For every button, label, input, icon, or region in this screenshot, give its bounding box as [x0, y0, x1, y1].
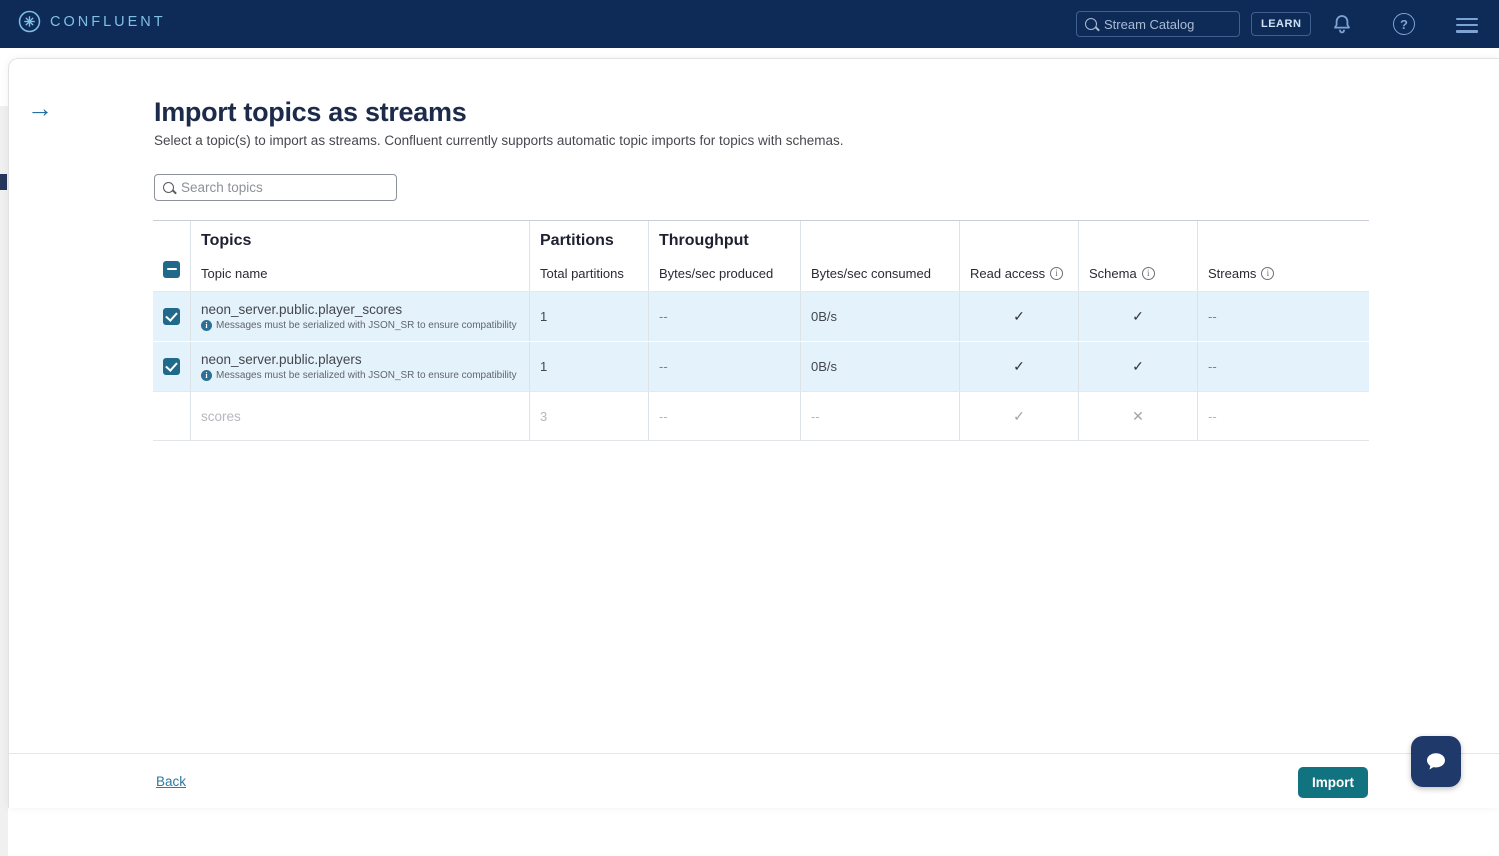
page-edge-strip	[0, 106, 8, 856]
stream-catalog-placeholder: Stream Catalog	[1104, 17, 1194, 32]
table-row[interactable]: neon_server.public.players i Messages mus…	[153, 342, 1369, 392]
bytes-consumed-value: --	[811, 409, 949, 424]
read-access-check: ✓	[1013, 308, 1025, 325]
schema-x: ✕	[1132, 408, 1144, 425]
confluent-logo[interactable]: CONFLUENT	[18, 10, 166, 33]
topic-note-text: Messages must be serialized with JSON_SR…	[216, 370, 517, 381]
row-checkbox-cell	[153, 292, 191, 341]
header-bytes-consumed: Bytes/sec consumed	[801, 221, 960, 291]
search-topics-placeholder: Search topics	[181, 180, 263, 195]
column-streams: Streams	[1208, 266, 1256, 281]
table-row: scores 3 -- -- ✓ ✕ --	[153, 392, 1369, 441]
search-icon	[163, 182, 174, 193]
import-topics-panel: → Import topics as streams Select a topi…	[8, 58, 1499, 808]
topic-cell: neon_server.public.players i Messages mus…	[191, 342, 530, 391]
top-navbar: CONFLUENT Stream Catalog LEARN ?	[0, 0, 1499, 48]
topic-name: neon_server.public.player_scores	[201, 302, 519, 317]
search-icon	[1085, 18, 1097, 30]
row-checkbox-cell	[153, 342, 191, 391]
brand-name: CONFLUENT	[50, 14, 166, 30]
back-link[interactable]: Back	[156, 774, 186, 789]
notifications-bell-icon[interactable]	[1330, 12, 1354, 36]
topics-table: Topics Topic name Partitions Total parti…	[153, 220, 1369, 441]
bytes-produced-value: --	[659, 359, 790, 374]
partitions-value: 1	[540, 359, 638, 374]
row-checkbox[interactable]	[163, 358, 180, 375]
help-icon[interactable]: ?	[1393, 13, 1415, 35]
topic-note-text: Messages must be serialized with JSON_SR…	[216, 320, 517, 331]
confluent-logo-icon	[18, 10, 41, 33]
table-row[interactable]: neon_server.public.player_scores i Messag…	[153, 292, 1369, 342]
topic-name: neon_server.public.players	[201, 352, 519, 367]
chat-launcher-button[interactable]	[1411, 736, 1461, 787]
page-title: Import topics as streams	[154, 97, 466, 128]
column-group-topics: Topics	[201, 232, 519, 250]
header-bytes-produced: Throughput Bytes/sec produced	[649, 221, 801, 291]
schema-check: ✓	[1132, 308, 1144, 325]
topic-cell: scores	[191, 392, 530, 440]
bytes-produced-value: --	[659, 309, 790, 324]
select-all-checkbox[interactable]	[163, 261, 180, 278]
streams-value: --	[1208, 409, 1359, 424]
column-schema: Schema	[1089, 266, 1137, 281]
info-icon: i	[201, 320, 212, 331]
arrow-right-icon[interactable]: →	[27, 95, 53, 121]
row-checkbox-cell	[153, 392, 191, 440]
info-icon[interactable]: i	[1050, 267, 1063, 280]
partitions-value: 3	[540, 409, 638, 424]
page-subtitle: Select a topic(s) to import as streams. …	[154, 133, 844, 148]
header-partitions: Partitions Total partitions	[530, 221, 649, 291]
column-group-partitions: Partitions	[540, 232, 638, 250]
read-access-check: ✓	[1013, 358, 1025, 375]
read-access-check: ✓	[1013, 408, 1025, 425]
schema-check: ✓	[1132, 358, 1144, 375]
column-read-access: Read access	[970, 266, 1045, 281]
chat-bubble-icon	[1421, 747, 1451, 777]
hamburger-menu-icon[interactable]	[1456, 14, 1478, 37]
column-total-partitions: Total partitions	[540, 266, 638, 281]
background-fragment	[0, 174, 7, 190]
search-topics-input[interactable]: Search topics	[154, 174, 397, 201]
panel-footer: Back Import	[9, 753, 1499, 808]
bytes-consumed-value: 0B/s	[811, 309, 949, 324]
streams-value: --	[1208, 359, 1359, 374]
bytes-produced-value: --	[659, 409, 790, 424]
streams-value: --	[1208, 309, 1359, 324]
bytes-consumed-value: 0B/s	[811, 359, 949, 374]
header-topics: Topics Topic name	[191, 221, 530, 291]
stream-catalog-search-input[interactable]: Stream Catalog	[1076, 11, 1240, 37]
partitions-value: 1	[540, 309, 638, 324]
info-icon[interactable]: i	[1142, 267, 1155, 280]
header-checkbox-cell	[153, 221, 191, 291]
info-icon[interactable]: i	[1261, 267, 1274, 280]
topic-name: scores	[201, 409, 519, 424]
column-topic-name: Topic name	[201, 266, 519, 281]
column-group-throughput: Throughput	[659, 232, 790, 250]
header-read-access: Read access i	[960, 221, 1079, 291]
column-bytes-consumed: Bytes/sec consumed	[811, 266, 949, 281]
learn-button[interactable]: LEARN	[1251, 12, 1311, 36]
header-streams: Streams i	[1198, 221, 1369, 291]
table-header: Topics Topic name Partitions Total parti…	[153, 221, 1369, 292]
topic-cell: neon_server.public.player_scores i Messag…	[191, 292, 530, 341]
header-schema: Schemai	[1079, 221, 1198, 291]
info-icon: i	[201, 370, 212, 381]
import-button[interactable]: Import	[1298, 767, 1368, 798]
row-checkbox[interactable]	[163, 308, 180, 325]
column-bytes-produced: Bytes/sec produced	[659, 266, 790, 281]
